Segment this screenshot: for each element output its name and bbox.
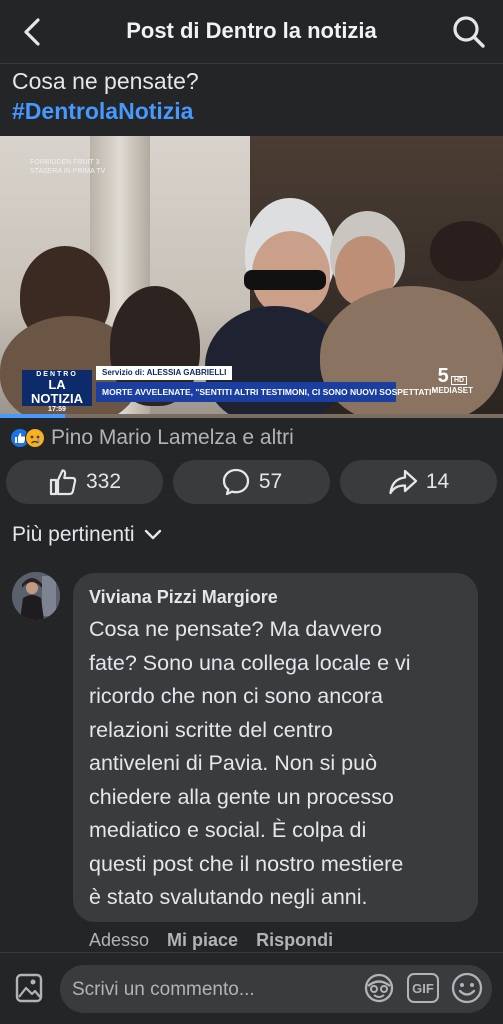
avatar-sticker-icon [364, 973, 394, 1003]
post-text: Cosa ne pensate? #DentrolaNotizia [12, 66, 199, 126]
chevron-down-icon [144, 529, 161, 540]
post-video[interactable]: FORBIDDEN FRUIT 3 STASERA IN PRIMA TV DE… [0, 136, 503, 418]
comment-input-placeholder: Scrivi un commento... [72, 979, 255, 1000]
chevron-left-icon [24, 18, 40, 46]
page-title: Post di Dentro la notizia [126, 18, 377, 43]
comment-sort-dropdown[interactable]: Più pertinenti [12, 523, 163, 547]
share-count: 14 [425, 470, 450, 493]
program-logo: DENTRO LA NOTIZIA 17:59 [22, 370, 92, 413]
channel-name: MEDIASET [431, 386, 473, 395]
video-scene-person [430, 221, 503, 281]
comment-text: Cosa ne pensate? Ma davvero fate? Sono u… [89, 617, 411, 909]
thumbs-up-icon [49, 469, 77, 496]
service-credit: Servizio di: ALESSIA GABRIELLI [96, 366, 233, 380]
avatar-image [12, 572, 60, 620]
news-headline: MORTE AVVELENATE, "SENTITI ALTRI TESTIMO… [96, 382, 435, 402]
video-overlay-tag: FORBIDDEN FRUIT 3 STASERA IN PRIMA TV [30, 159, 106, 175]
video-progress-bar[interactable] [0, 414, 503, 418]
reaction-icons [10, 428, 45, 448]
service-label: Servizio di: [102, 368, 145, 377]
comment-time: Adesso [89, 930, 150, 950]
comment-like-button[interactable]: Mi piace [167, 930, 238, 954]
post-actions: 332 57 14 [6, 460, 497, 504]
comment-meta: Adesso Mi piace Rispondi [89, 930, 333, 954]
sad-reaction-icon [25, 428, 45, 448]
search-button[interactable] [449, 12, 489, 52]
gif-button[interactable]: GIF [406, 971, 440, 1005]
photo-icon [15, 973, 43, 1003]
composer-icons: GIF [362, 971, 484, 1005]
like-button[interactable]: 332 [6, 460, 163, 504]
reactions-names: Pino Mario Lamelza e altri [51, 426, 294, 449]
share-button[interactable]: 14 [340, 460, 497, 504]
share-arrow-icon [389, 469, 417, 495]
emoji-smile-icon [451, 972, 483, 1004]
photo-button[interactable] [12, 971, 46, 1005]
reactions-summary[interactable]: Pino Mario Lamelza e altri [10, 425, 294, 451]
comment-reply-button[interactable]: Rispondi [256, 930, 333, 954]
comment-input[interactable]: Scrivi un commento... GIF [60, 965, 492, 1013]
comment-author[interactable]: Viviana Pizzi Margiore [89, 585, 462, 609]
sunglasses [244, 270, 326, 290]
sort-label: Più pertinenti [12, 523, 135, 546]
post-hashtag-link[interactable]: #DentrolaNotizia [12, 96, 199, 126]
comment-button[interactable]: 57 [173, 460, 330, 504]
post-caption: Cosa ne pensate? [12, 68, 199, 94]
comment-composer: Scrivi un commento... GIF [0, 952, 503, 1024]
top-bar: Post di Dentro la notizia [0, 0, 503, 64]
search-icon [453, 16, 485, 48]
tv-lower-third: DENTRO LA NOTIZIA 17:59 Servizio di: ALE… [0, 362, 503, 413]
like-count: 332 [85, 470, 122, 493]
emoji-button[interactable] [450, 971, 484, 1005]
video-progress-fill [0, 414, 66, 418]
comment-bubble[interactable]: Viviana Pizzi Margiore Cosa ne pensate? … [73, 573, 478, 922]
comment-count: 57 [258, 470, 283, 493]
program-logo-main: LA NOTIZIA [31, 377, 83, 406]
back-button[interactable] [14, 14, 50, 50]
channel-hd-badge: HD [450, 376, 468, 385]
channel-logo: 5 HD MEDIASET [432, 366, 473, 395]
channel-number: 5 [437, 365, 449, 387]
avatar[interactable] [12, 572, 60, 620]
program-time: 17:59 [48, 406, 66, 413]
avatar-sticker-button[interactable] [362, 971, 396, 1005]
gif-icon: GIF [407, 973, 439, 1003]
comment-bubble-icon [222, 468, 249, 496]
service-author: ALESSIA GABRIELLI [146, 368, 227, 377]
